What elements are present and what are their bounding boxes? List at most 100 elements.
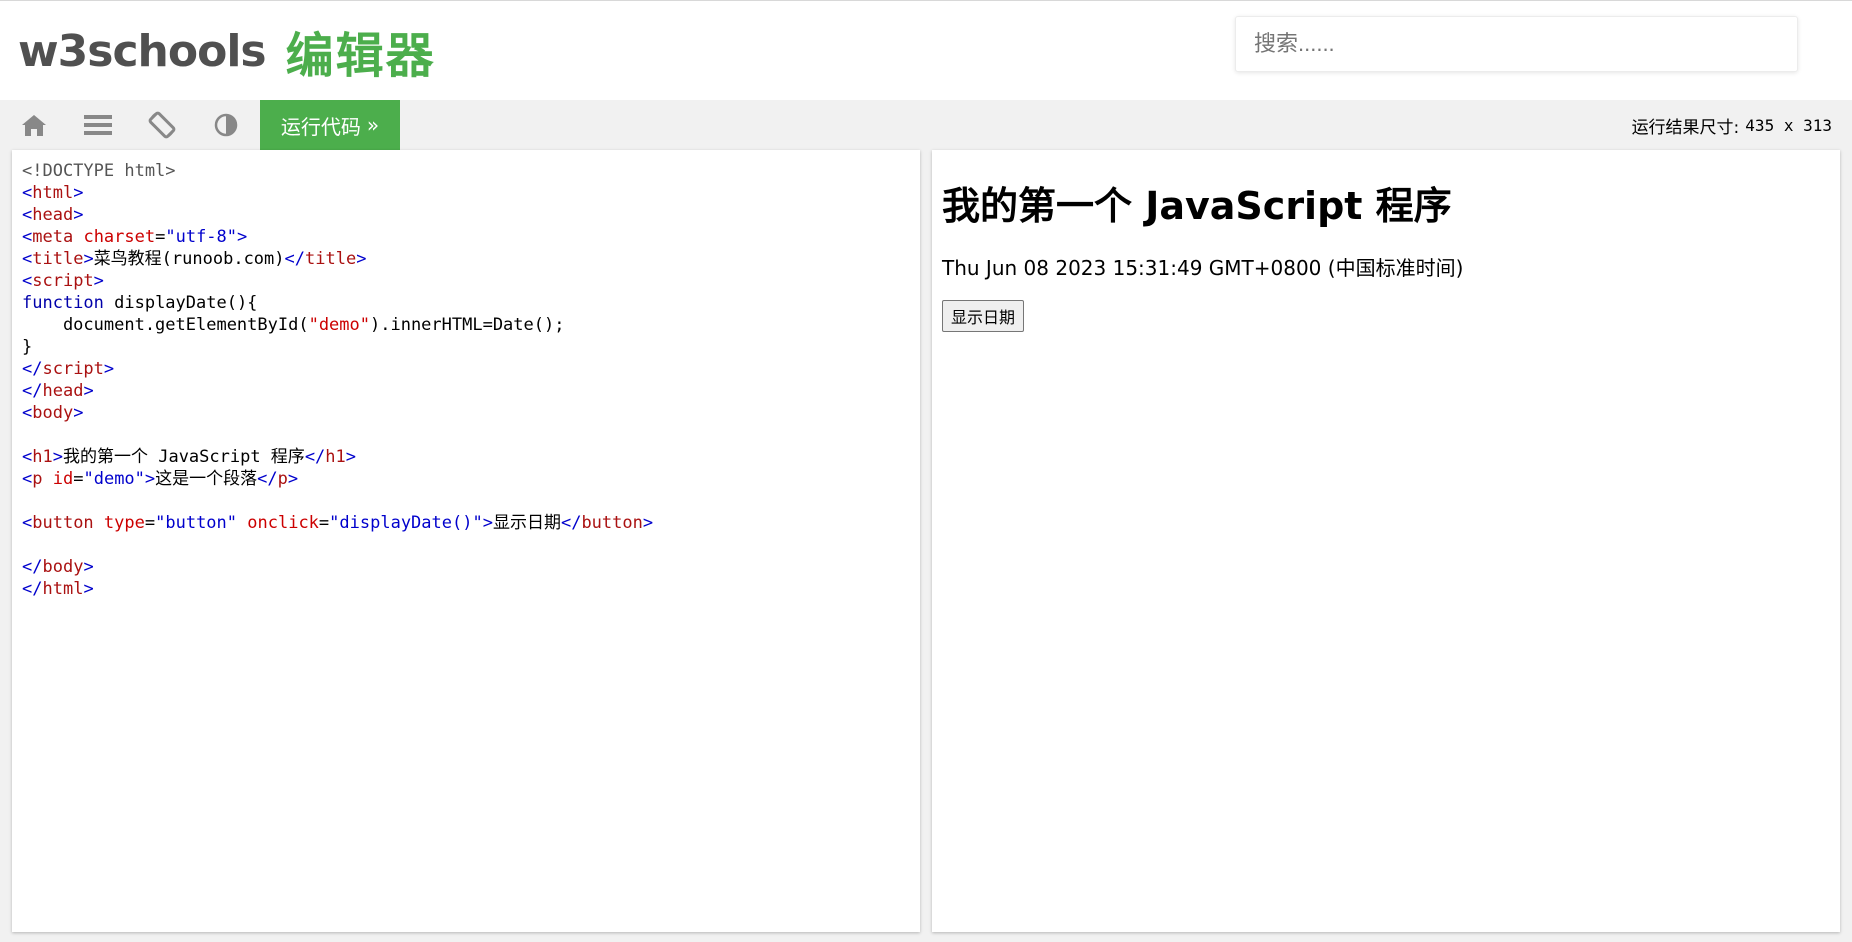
code-token: > xyxy=(83,381,94,401)
code-token: > xyxy=(345,447,357,467)
code-line[interactable]: <script> xyxy=(22,270,910,292)
code-line[interactable]: <p id="demo">这是一个段落</p> xyxy=(22,468,910,490)
code-token: <!DOCTYPE html> xyxy=(22,161,176,181)
search-input[interactable] xyxy=(1235,16,1798,72)
code-content[interactable]: <!DOCTYPE html> <html> <head> <meta charset… xyxy=(12,150,920,610)
code-token: document.getElementById( xyxy=(22,315,309,335)
code-token: > xyxy=(93,271,104,291)
code-line[interactable]: </head> xyxy=(22,380,910,402)
code-token: "utf-8" xyxy=(165,227,238,247)
code-token: "displayDate()" xyxy=(329,513,483,533)
code-line[interactable] xyxy=(22,534,910,556)
code-token: = xyxy=(144,513,156,533)
code-line[interactable]: </script> xyxy=(22,358,910,380)
code-token: </ xyxy=(560,513,582,533)
code-line[interactable] xyxy=(22,490,910,512)
code-token: h1 xyxy=(32,447,53,467)
code-line[interactable] xyxy=(22,424,910,446)
code-token: "demo" xyxy=(83,469,145,489)
logo-brand: w3schools xyxy=(18,25,267,77)
code-token: "button" xyxy=(155,513,238,533)
code-token: p xyxy=(277,469,288,489)
code-token: title xyxy=(32,249,84,269)
code-token: > xyxy=(83,249,94,269)
code-token: 显示日期 xyxy=(492,513,561,533)
code-token: displayDate(){ xyxy=(103,293,258,313)
double-chevron-icon: » xyxy=(366,113,380,137)
logo[interactable]: w3schools 编辑器 xyxy=(18,21,436,85)
code-token: = xyxy=(73,469,84,489)
show-date-button[interactable]: 显示日期 xyxy=(942,300,1025,332)
code-token: body xyxy=(32,403,74,423)
code-token: > xyxy=(356,249,367,269)
code-line[interactable]: function displayDate(){ xyxy=(22,292,910,314)
code-editor[interactable]: <!DOCTYPE html> <html> <head> <meta charset… xyxy=(12,150,920,932)
code-token: < xyxy=(22,403,33,423)
code-line[interactable]: <button type="button" onclick="displayDa… xyxy=(22,512,910,534)
code-token: type xyxy=(103,513,145,533)
code-token: h1 xyxy=(325,447,346,467)
code-token: > xyxy=(83,579,94,599)
code-line[interactable]: document.getElementById("demo").innerHTM… xyxy=(22,314,910,336)
code-token: < xyxy=(22,513,33,533)
code-line[interactable]: <h1>我的第一个 JavaScript 程序</h1> xyxy=(22,446,910,468)
code-token: id xyxy=(52,469,74,489)
code-token: onclick xyxy=(247,513,319,533)
code-token: > xyxy=(52,447,63,467)
code-token: </ xyxy=(22,557,43,577)
code-token: button xyxy=(32,513,94,533)
code-token: > xyxy=(642,513,654,533)
code-line[interactable]: <body> xyxy=(22,402,910,424)
code-line[interactable]: </body> xyxy=(22,556,910,578)
code-token: } xyxy=(22,337,33,357)
code-token: < xyxy=(22,227,33,247)
code-token: </ xyxy=(22,381,43,401)
code-token: html xyxy=(42,579,84,599)
code-token: > xyxy=(103,359,115,379)
code-token: script xyxy=(42,359,104,379)
code-token: function xyxy=(22,293,104,313)
code-token: > xyxy=(144,469,156,489)
code-token: ).innerHTML=Date(); xyxy=(370,315,565,335)
code-token: = xyxy=(318,513,330,533)
run-code-button[interactable]: 运行代码 » xyxy=(260,100,400,150)
code-token: body xyxy=(42,557,84,577)
toolbar: 运行代码 » 运行结果尺寸: 435 x 313 xyxy=(0,100,1852,150)
code-line[interactable]: <!DOCTYPE html> xyxy=(22,160,910,182)
code-token: button xyxy=(581,513,643,533)
code-token: = xyxy=(155,227,166,247)
code-line[interactable]: </html> xyxy=(22,578,910,600)
code-token: > xyxy=(237,227,248,247)
code-token: < xyxy=(22,205,33,225)
code-token: > xyxy=(73,205,84,225)
code-token: < xyxy=(22,447,33,467)
code-line[interactable]: <html> xyxy=(22,182,910,204)
code-token: 我的第一个 JavaScript 程序 xyxy=(62,447,305,467)
code-token: head xyxy=(32,205,74,225)
code-token: </ xyxy=(304,447,326,467)
code-line[interactable]: <head> xyxy=(22,204,910,226)
code-token: script xyxy=(32,271,94,291)
code-token: charset xyxy=(83,227,156,247)
code-token: > xyxy=(83,557,94,577)
home-icon[interactable] xyxy=(6,100,62,150)
code-line[interactable]: <meta charset="utf-8"> xyxy=(22,226,910,248)
code-token: < xyxy=(22,271,33,291)
code-token: </ xyxy=(22,359,43,379)
code-line[interactable]: <title>菜鸟教程(runoob.com)</title> xyxy=(22,248,910,270)
result-preview: 我的第一个 JavaScript 程序 Thu Jun 08 2023 15:3… xyxy=(932,150,1840,932)
run-code-label: 运行代码 xyxy=(280,114,361,139)
menu-icon[interactable] xyxy=(70,100,126,150)
code-token: < xyxy=(22,183,33,203)
preview-paragraph: Thu Jun 08 2023 15:31:49 GMT+0800 (中国标准时… xyxy=(942,256,1464,280)
rotate-icon[interactable] xyxy=(134,100,190,150)
code-token: > xyxy=(482,513,493,533)
contrast-icon[interactable] xyxy=(198,100,254,150)
code-token: "demo" xyxy=(308,315,370,335)
code-token: 这是一个段落 xyxy=(155,469,258,489)
code-token: </ xyxy=(284,249,305,269)
code-token: > xyxy=(73,403,84,423)
code-line[interactable]: } xyxy=(22,336,910,358)
